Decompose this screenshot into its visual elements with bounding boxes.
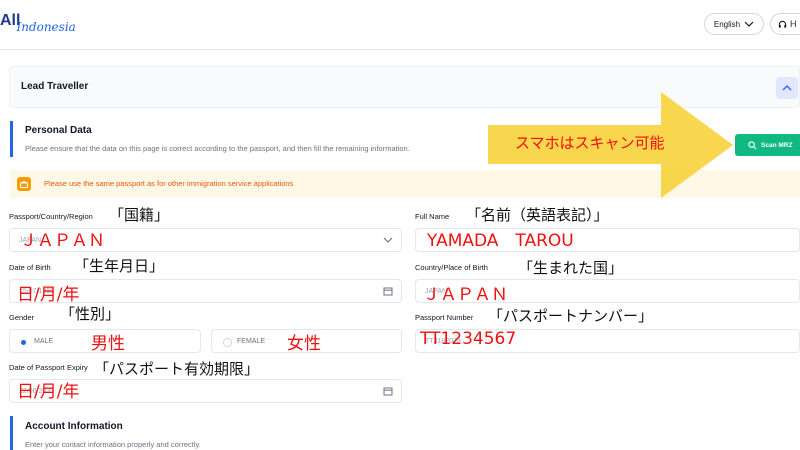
example-place: ＪＡＰＡＮ [423,285,508,305]
annotation-passport-number: 「パスポートナンバー」 [488,307,654,325]
place-of-birth-label: Country/Place of Birth [415,263,488,272]
annotation-place: 「生まれた国」 [518,259,624,277]
annotation-country: 「国籍」 [109,206,170,224]
account-info-title: Account Information [25,421,123,432]
top-bar: AllIndonesia English H [0,0,800,50]
example-full-name: YAMADA TAROU [427,231,574,251]
example-dob: 日/月/年 [17,285,80,305]
annotation-dob: 「生年月日」 [74,257,165,275]
page: AllIndonesia English H Lead Traveller Pe… [0,0,800,450]
expiry-label: Date of Passport Expiry [9,363,88,372]
example-female: 女性 [287,334,321,354]
radio-unselected-icon [223,338,232,347]
gender-label: Gender [9,313,35,322]
help-button[interactable]: H [770,13,800,35]
chevron-down-icon [744,21,754,27]
section-accent-line [10,416,13,450]
logo: AllIndonesia [0,12,76,34]
example-passport-number: TT1234567 [420,329,517,349]
annotation-gender: 「性別」 [60,305,121,323]
scan-icon [748,140,757,149]
warning-icon [17,177,31,191]
gender-female-label: FEMALE [237,338,266,345]
chevron-up-icon [782,85,792,91]
lead-traveller-title: Lead Traveller [21,81,89,92]
radio-selected-icon [21,340,26,345]
personal-data-title: Personal Data [25,125,92,136]
language-selector[interactable]: English [704,13,764,35]
scan-mrz-button[interactable]: Scan MRZ [735,134,800,156]
chevron-down-icon [383,237,393,243]
example-expiry: 日/月/年 [17,382,80,402]
scan-callout-text: スマホはスキャン可能 [515,134,665,152]
country-label: Passport/Country/Region [9,212,93,221]
calendar-icon [383,287,393,296]
annotation-full-name: 「名前（英語表記）」 [466,206,609,224]
example-male: 男性 [91,334,125,354]
gender-male-label: MALE [34,338,54,345]
annotation-expiry: 「パスポート有効期限」 [94,360,260,378]
full-name-label: Full Name [415,212,450,221]
section-accent-line [10,121,13,157]
example-country: ＪＡＰＡＮ [20,231,105,251]
calendar-icon [383,387,393,396]
scan-mrz-label: Scan MRZ [761,141,793,149]
logo-sub: Indonesia [16,20,76,34]
language-label: English [713,19,741,29]
help-label: H [790,19,797,29]
headset-icon [778,20,787,28]
passport-number-label: Passport Number [415,313,474,322]
dob-label: Date of Birth [9,263,51,272]
personal-data-description: Please ensure that the data on this page… [25,144,410,153]
account-info-description: Enter your contact information properly … [25,440,201,449]
warning-text: Please use the same passport as for othe… [44,179,294,188]
collapse-button[interactable] [776,77,798,99]
